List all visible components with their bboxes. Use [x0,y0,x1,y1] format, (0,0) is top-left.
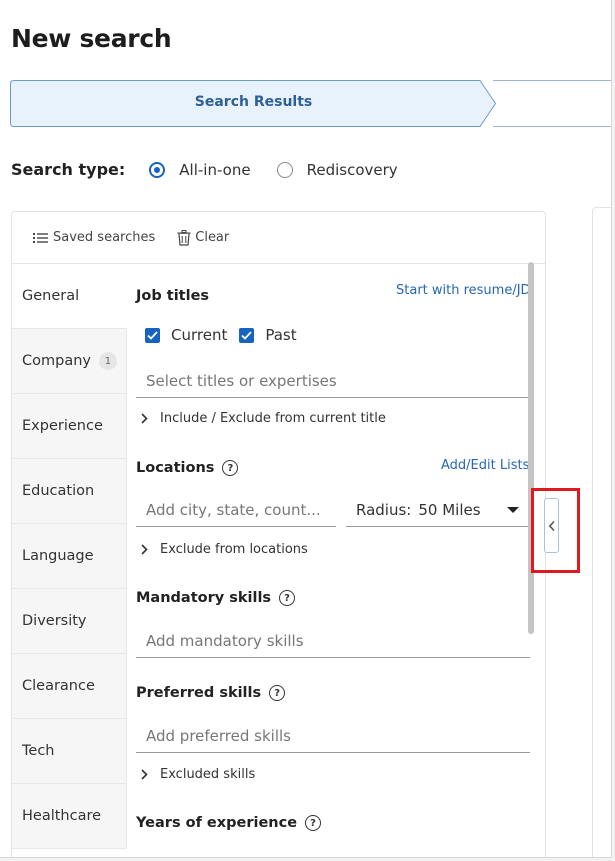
past-checkbox[interactable] [239,327,255,343]
check-icon [241,330,253,340]
years-experience-heading: Years of experience ? [136,815,322,831]
job-titles-title: Job titles [136,288,210,304]
stepper-search-results[interactable]: Search Results [10,80,497,127]
page-title: New search [11,24,172,53]
help-icon[interactable]: ? [222,460,239,476]
radio-rediscovery[interactable] [276,161,293,178]
nav-label: Clearance [22,678,95,694]
excluded-skills-expander[interactable]: Excluded skills [136,767,255,782]
nav-item-tech[interactable]: Tech [12,719,127,784]
filters-panel: Saved searches Clear General Company 1 E… [11,211,546,857]
nav-item-company[interactable]: Company 1 [12,329,127,394]
nav-label: Education [22,483,95,499]
count-badge: 1 [98,352,117,370]
location-placeholder: Add city, state, count... [146,500,321,519]
locations-title: Locations [136,460,215,476]
nav-item-language[interactable]: Language [12,524,127,589]
current-label[interactable]: Current [171,326,227,344]
highlight-box [531,488,580,573]
radius-value: 50 Miles [418,500,481,519]
exclude-locations-expander[interactable]: Exclude from locations [136,542,308,557]
preferred-skills-title: Preferred skills [136,685,262,701]
help-icon[interactable]: ? [305,815,322,831]
nav-item-general[interactable]: General [12,264,127,329]
stepper-next-border-bottom [493,126,611,127]
radius-select[interactable]: Radius: 50 Miles [346,493,531,527]
nav-label: Experience [22,418,103,434]
preferred-skills-input[interactable]: Add preferred skills [136,719,530,753]
location-input[interactable]: Add city, state, count... [136,493,336,527]
help-icon[interactable]: ? [269,685,286,701]
past-label[interactable]: Past [265,326,296,344]
caret-down-icon [507,507,519,513]
nav-label: General [22,288,80,304]
saved-searches-label: Saved searches [53,230,156,245]
expander-label: Excluded skills [160,767,256,782]
search-type-group: Search type: All-in-one Rediscovery [11,160,424,179]
clear-button[interactable]: Clear [177,229,230,246]
general-filters: Job titles Start with resume/JD Current … [136,264,531,857]
nav-label: Language [22,548,94,564]
nav-item-clearance[interactable]: Clearance [12,654,127,719]
preferred-skills-heading: Preferred skills ? [136,685,286,701]
filters-toolbar: Saved searches Clear [12,212,545,264]
nav-label: Diversity [22,613,87,629]
nav-label: Tech [22,743,55,759]
mandatory-skills-heading: Mandatory skills ? [136,590,296,606]
add-edit-lists-link[interactable]: Add/Edit Lists [441,458,529,473]
radio-all-in-one-label[interactable]: All-in-one [179,161,250,179]
radio-all-in-one[interactable] [149,161,166,178]
years-experience-title: Years of experience [136,815,298,831]
saved-searches-button[interactable]: Saved searches [33,230,155,245]
job-titles-placeholder: Select titles or expertises [146,371,337,390]
nav-item-experience[interactable]: Experience [12,394,127,459]
mandatory-skills-placeholder: Add mandatory skills [146,631,304,650]
clear-label: Clear [195,230,230,245]
chevron-right-icon [140,413,148,424]
search-type-label: Search type: [11,160,126,179]
locations-heading: Locations ? [136,460,239,476]
preferred-skills-placeholder: Add preferred skills [146,726,291,745]
start-with-resume-link[interactable]: Start with resume/JD [396,283,531,298]
app-window: New search Search Results Search type: A… [0,0,612,858]
current-checkbox[interactable] [145,327,160,343]
nav-item-diversity[interactable]: Diversity [12,589,127,654]
filters-scrollbar[interactable] [528,262,534,634]
expander-label: Exclude from locations [160,542,308,557]
include-exclude-title-expander[interactable]: Include / Exclude from current title [136,411,386,426]
check-icon [147,330,158,340]
results-panel [592,207,611,857]
list-icon [33,231,49,245]
job-titles-heading: Job titles [136,288,209,304]
radius-label: Radius: [356,500,412,519]
nav-label: Healthcare [22,808,102,824]
nav-item-education[interactable]: Education [12,459,127,524]
expander-label: Include / Exclude from current title [160,411,386,426]
radio-rediscovery-label[interactable]: Rediscovery [307,161,398,179]
stepper-label: Search Results [194,94,313,110]
mandatory-skills-input[interactable]: Add mandatory skills [136,624,530,658]
filter-category-nav: General Company 1 Experience Education La… [12,264,127,849]
nav-item-healthcare[interactable]: Healthcare [12,784,127,849]
job-titles-input[interactable]: Select titles or expertises [136,364,530,398]
job-title-checkboxes: Current Past [145,326,309,344]
nav-label: Company [22,353,91,369]
chevron-right-icon [140,544,148,555]
trash-icon [177,229,191,246]
help-icon[interactable]: ? [279,590,296,606]
stepper-next-border-top [493,80,611,81]
mandatory-skills-title: Mandatory skills [136,590,272,606]
chevron-right-icon [140,769,148,780]
